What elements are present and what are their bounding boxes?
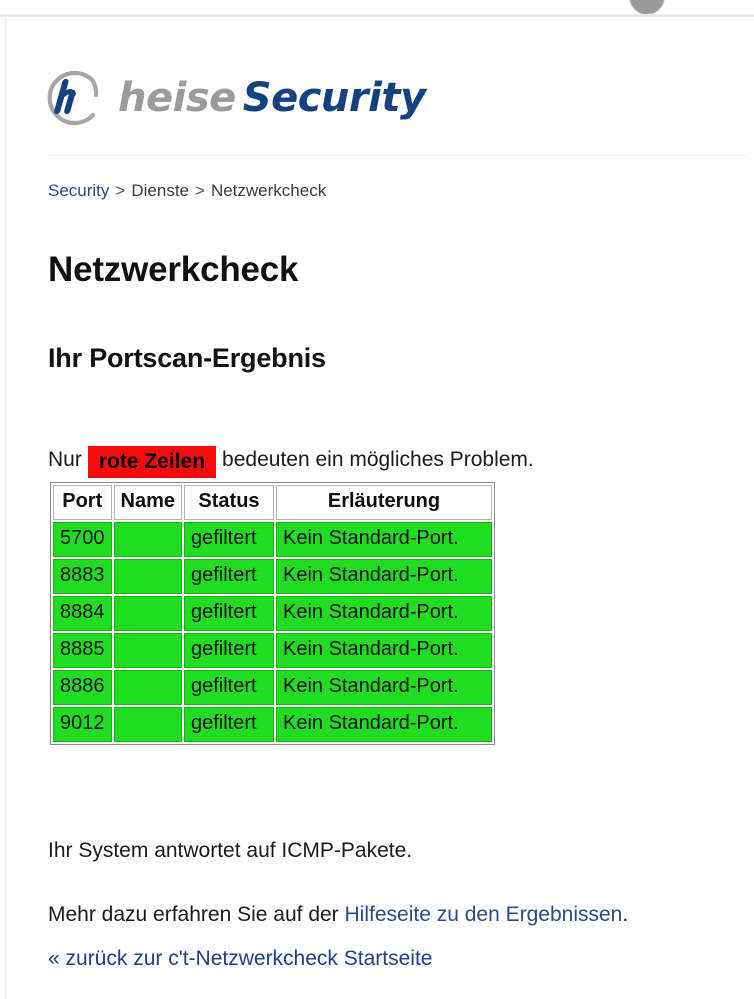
cell-status: gefiltert xyxy=(183,670,274,705)
legend-prefix: Nur xyxy=(48,448,82,471)
site-logo[interactable]: heise Security xyxy=(44,62,426,134)
cell-name xyxy=(113,522,182,557)
cell-name xyxy=(113,707,182,742)
help-note-suffix: . xyxy=(622,903,629,926)
breadcrumb: Security > Dienste > Netzwerkcheck xyxy=(48,181,326,201)
cell-explanation: Kein Standard-Port. xyxy=(275,596,492,631)
breadcrumb-item-netzwerkcheck: Netzwerkcheck xyxy=(210,181,327,200)
table-row: 8885 gefiltert Kein Standard-Port. xyxy=(53,633,492,668)
browser-chrome-strip xyxy=(0,0,754,17)
table-row: 9012 gefiltert Kein Standard-Port. xyxy=(53,707,492,742)
chrome-divider xyxy=(0,14,754,17)
logo-word-heise: heise xyxy=(118,75,236,121)
icmp-note: Ihr System antwortet auf ICMP-Pakete. xyxy=(48,839,413,862)
table-row: 8884 gefiltert Kein Standard-Port. xyxy=(53,596,492,631)
site-logo-wordmark: heise Security xyxy=(118,78,426,118)
cell-port: 8883 xyxy=(53,559,112,594)
account-circle-icon[interactable] xyxy=(630,0,664,14)
cell-explanation: Kein Standard-Port. xyxy=(275,559,492,594)
help-note: Mehr dazu erfahren Sie auf der Hilfeseit… xyxy=(48,903,628,927)
cell-name xyxy=(113,670,182,705)
cell-status: gefiltert xyxy=(183,559,274,594)
breadcrumb-item-dienste[interactable]: Dienste xyxy=(131,181,189,200)
cell-status: gefiltert xyxy=(183,522,274,557)
cell-port: 5700 xyxy=(53,522,112,557)
cell-name xyxy=(113,633,182,668)
breadcrumb-separator-1: > xyxy=(115,181,126,200)
page-frame: heise Security Security > Dienste > Netzwerkc… xyxy=(5,18,754,999)
cell-name xyxy=(113,559,182,594)
cell-port: 8884 xyxy=(53,596,112,631)
legend-red-chip: rote Zeilen xyxy=(87,446,217,478)
cell-port: 9012 xyxy=(53,707,112,742)
header-divider xyxy=(48,155,746,156)
cell-explanation: Kein Standard-Port. xyxy=(275,633,492,668)
portscan-results-table: Port Name Status Erläuterung 5700 gefilt… xyxy=(50,482,495,745)
legend-suffix: bedeuten ein mögliches Problem. xyxy=(222,448,534,471)
breadcrumb-separator-2: > xyxy=(195,181,205,200)
section-title: Ihr Portscan-Ergebnis xyxy=(48,343,326,373)
cell-port: 8885 xyxy=(53,633,112,668)
logo-word-security: Security xyxy=(242,75,426,121)
heise-circle-h-icon xyxy=(44,67,106,129)
column-header-port: Port xyxy=(53,485,112,520)
cell-explanation: Kein Standard-Port. xyxy=(275,670,492,705)
table-row: 5700 gefiltert Kein Standard-Port. xyxy=(53,522,492,557)
cell-explanation: Kein Standard-Port. xyxy=(275,707,492,742)
column-header-erlaeuterung: Erläuterung xyxy=(275,485,492,520)
cell-status: gefiltert xyxy=(183,633,274,668)
help-page-link[interactable]: Hilfeseite zu den Ergebnissen xyxy=(345,903,623,926)
cell-port: 8886 xyxy=(53,670,112,705)
cell-explanation: Kein Standard-Port. xyxy=(275,522,492,557)
table-row: 8886 gefiltert Kein Standard-Port. xyxy=(53,670,492,705)
table-row: 8883 gefiltert Kein Standard-Port. xyxy=(53,559,492,594)
back-to-start-link[interactable]: « zurück zur c't-Netzwerkcheck Startseit… xyxy=(48,947,432,971)
column-header-status: Status xyxy=(183,485,274,520)
cell-status: gefiltert xyxy=(183,596,274,631)
breadcrumb-item-security[interactable]: Security xyxy=(48,181,109,200)
cell-name xyxy=(113,596,182,631)
legend-note: Nur rote Zeilen bedeuten ein mögliches Pro… xyxy=(48,444,534,478)
column-header-name: Name xyxy=(113,485,182,520)
table-header-row: Port Name Status Erläuterung xyxy=(53,485,492,520)
table-body: 5700 gefiltert Kein Standard-Port. 8883 … xyxy=(53,522,492,742)
cell-status: gefiltert xyxy=(183,707,274,742)
help-note-prefix: Mehr dazu erfahren Sie auf der xyxy=(48,903,339,926)
page-title: Netzwerkcheck xyxy=(48,250,299,289)
